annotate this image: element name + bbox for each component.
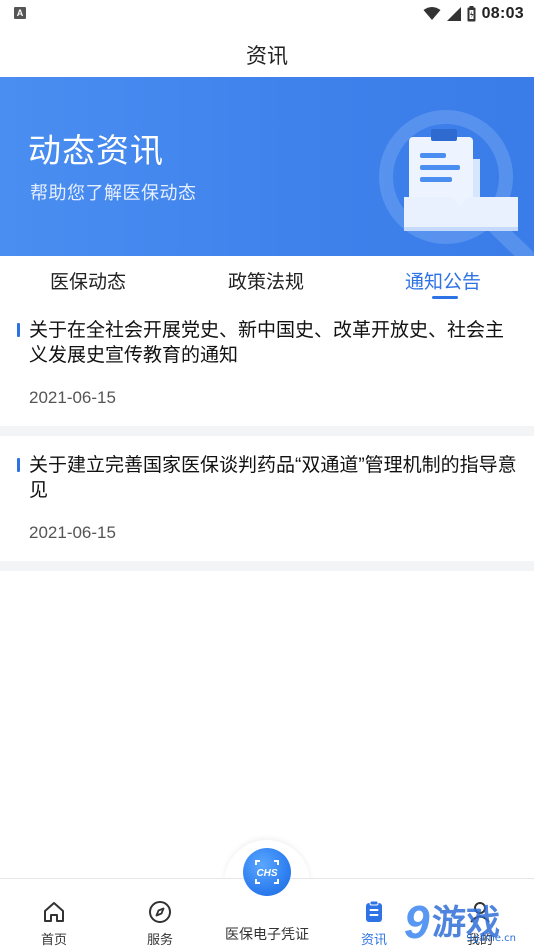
news-title: 关于建立完善国家医保谈判药品“双通道”管理机制的指导意见	[29, 455, 517, 501]
list-divider	[0, 426, 534, 436]
home-icon	[44, 902, 64, 922]
status-icons: 08:03	[423, 4, 524, 24]
cellular-signal-icon	[446, 7, 461, 21]
banner-subtitle: 帮助您了解医保动态	[30, 183, 197, 203]
tab-notices[interactable]: 通知公告	[405, 267, 481, 294]
list-divider	[0, 561, 534, 571]
news-list-item[interactable]: 关于在全社会开展党史、新中国史、改革开放史、社会主义发展史宣传教育的通知 202…	[0, 305, 534, 425]
active-tab-indicator	[432, 296, 458, 299]
nav-bar: 资讯	[0, 28, 534, 76]
status-time: 08:03	[481, 5, 524, 22]
page-title: 资讯	[246, 45, 288, 68]
news-banner: 动态资讯 帮助您了解医保动态	[0, 77, 534, 256]
svg-text:CHS: CHS	[256, 868, 277, 879]
news-date: 2021-06-15	[29, 523, 116, 542]
banner-title: 动态资讯	[28, 132, 164, 169]
user-icon	[470, 902, 490, 923]
news-date: 2021-06-15	[29, 388, 116, 407]
news-title: 关于在全社会开展党史、新中国史、改革开放史、社会主义发展史宣传教育的通知	[29, 320, 505, 366]
tab-policies-regulations[interactable]: 政策法规	[228, 267, 304, 294]
news-accent-bar	[17, 458, 20, 472]
notification-app-icon: A	[14, 7, 26, 19]
medical-e-voucher-button[interactable]: CHS	[243, 848, 291, 896]
compass-icon	[149, 901, 171, 923]
battery-icon	[467, 6, 476, 22]
chs-badge-icon: CHS	[255, 860, 279, 884]
news-accent-bar	[17, 323, 20, 337]
bottom-nav-label: 医保电子凭证	[225, 926, 309, 942]
wifi-icon	[423, 7, 441, 20]
news-icon	[366, 900, 382, 922]
news-list-item[interactable]: 关于建立完善国家医保谈判药品“双通道”管理机制的指导意见 2021-06-15	[0, 436, 534, 560]
status-bar: A 08:03	[0, 0, 534, 28]
magnifier-documents-illustration-icon	[379, 110, 534, 256]
tab-medical-insurance-news[interactable]: 医保动态	[50, 267, 126, 294]
